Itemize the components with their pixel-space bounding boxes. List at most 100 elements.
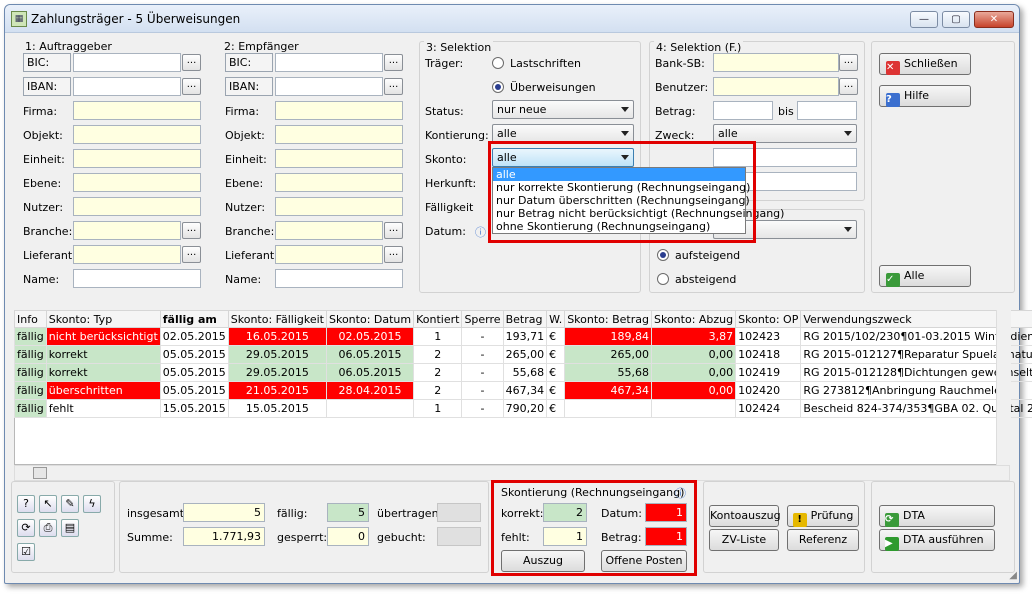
- skonto-label: Skonto:: [425, 153, 467, 166]
- kontoauszug-button[interactable]: Kontoauszug: [709, 505, 781, 527]
- print-icon[interactable]: ⎙: [39, 519, 57, 537]
- empfaenger-picker-button-7[interactable]: ...: [384, 222, 403, 239]
- table-row[interactable]: fällig korrekt 05.05.2015 29.05.2015 06.05.2…: [14, 345, 1032, 364]
- banksb-input[interactable]: [713, 53, 839, 72]
- auftraggeber-field-label-3: Objekt:: [23, 129, 63, 142]
- export-icon[interactable]: ▤: [61, 519, 79, 537]
- column-header[interactable]: W.: [546, 310, 566, 328]
- resize-grip-icon[interactable]: ◢: [1009, 570, 1017, 581]
- table-cell: €: [546, 399, 566, 418]
- auftraggeber-field-input-7[interactable]: [73, 221, 181, 240]
- horizontal-scrollbar[interactable]: [14, 465, 1010, 481]
- auftraggeber-field-input-5[interactable]: [73, 173, 201, 192]
- column-header[interactable]: Skonto: OP: [735, 310, 802, 328]
- alle-button[interactable]: ✓ Alle: [879, 265, 971, 287]
- pointer-icon[interactable]: ↖: [39, 495, 57, 513]
- banksb-picker-button[interactable]: ...: [839, 54, 858, 71]
- auftraggeber-field-input-3[interactable]: [73, 125, 201, 144]
- radio-lastschriften[interactable]: [492, 57, 504, 69]
- column-header[interactable]: Info: [14, 310, 47, 328]
- empfaenger-field-input-5[interactable]: [275, 173, 403, 192]
- column-header[interactable]: Skonto: Betrag: [564, 310, 652, 328]
- auftraggeber-picker-button-8[interactable]: ...: [182, 246, 201, 263]
- benutzer-input[interactable]: [713, 77, 839, 96]
- table-row[interactable]: fällig überschritten 05.05.2015 21.05.2015 2…: [14, 381, 1032, 400]
- auftraggeber-field-input-1[interactable]: [73, 77, 181, 96]
- auftraggeber-field-input-9[interactable]: [73, 269, 201, 288]
- group-empfaenger-title: 2: Empfänger: [224, 40, 299, 53]
- table-cell: €: [546, 363, 566, 382]
- info-icon[interactable]: ⓘ: [475, 224, 486, 240]
- hilfe-button[interactable]: ? Hilfe: [879, 85, 971, 107]
- table-cell: -: [461, 327, 504, 346]
- help-icon[interactable]: ?: [17, 495, 35, 513]
- referenz-button[interactable]: Referenz: [787, 529, 859, 551]
- auftraggeber-field-input-0[interactable]: [73, 53, 181, 72]
- pruefung-button[interactable]: ! Prüfung: [787, 505, 859, 527]
- scroll-thumb[interactable]: [33, 467, 47, 479]
- fehlt-value: 1: [543, 527, 587, 546]
- auszug-button-label: Auszug: [523, 554, 563, 567]
- lightning-icon[interactable]: ϟ: [83, 495, 101, 513]
- status-select[interactable]: nur neue: [492, 100, 634, 119]
- column-header[interactable]: Skonto: Abzug: [650, 310, 737, 328]
- betrag-from-input[interactable]: [713, 101, 773, 120]
- auftraggeber-field-label-8: Lieferant:: [23, 249, 76, 262]
- column-header[interactable]: Sperre: [461, 310, 504, 328]
- zweck-select-value: alle: [718, 127, 738, 140]
- auszug-button[interactable]: Auszug: [501, 550, 585, 572]
- empfaenger-field-input-1[interactable]: [275, 77, 383, 96]
- zvliste-button[interactable]: ZV-Liste: [709, 529, 779, 551]
- fehlt-label: fehlt:: [501, 531, 530, 544]
- auftraggeber-picker-button-7[interactable]: ...: [182, 222, 201, 239]
- table-cell: 05.05.2015: [159, 363, 229, 382]
- column-header[interactable]: Skonto: Datum: [325, 310, 415, 328]
- dta-ausfuehren-button[interactable]: ▶ DTA ausführen: [879, 529, 995, 551]
- maximize-button[interactable]: ▢: [942, 11, 970, 28]
- table-row[interactable]: fällig nicht berücksichtigt 02.05.2015 16.0…: [14, 327, 1032, 346]
- empfaenger-field-input-4[interactable]: [275, 149, 403, 168]
- table-cell: korrekt: [45, 345, 161, 364]
- radio-aufsteigend[interactable]: [657, 249, 669, 261]
- empfaenger-field-input-6[interactable]: [275, 197, 403, 216]
- radio-ueberweisungen[interactable]: [492, 81, 504, 93]
- betrag-to-input[interactable]: [797, 101, 857, 120]
- column-header[interactable]: Skonto: Fälligkeit: [227, 310, 327, 328]
- auftraggeber-picker-button-0[interactable]: ...: [182, 54, 201, 71]
- empfaenger-field-input-9[interactable]: [275, 269, 403, 288]
- zvliste-button-label: ZV-Liste: [721, 533, 767, 546]
- empfaenger-field-input-0[interactable]: [275, 53, 383, 72]
- empfaenger-picker-button-0[interactable]: ...: [384, 54, 403, 71]
- auftraggeber-field-input-6[interactable]: [73, 197, 201, 216]
- schliessen-button[interactable]: ✕ Schließen: [879, 53, 971, 75]
- edit-icon[interactable]: ✎: [61, 495, 79, 513]
- empfaenger-field-input-7[interactable]: [275, 221, 383, 240]
- empfaenger-picker-button-1[interactable]: ...: [384, 78, 403, 95]
- table-row[interactable]: fällig fehlt 15.05.2015 15.05.2015 1-790,20 €…: [14, 399, 1032, 418]
- close-button[interactable]: ✕: [974, 11, 1014, 28]
- table-row[interactable]: fällig korrekt 05.05.2015 29.05.2015 06.05.2…: [14, 363, 1032, 382]
- title-bar[interactable]: ▦ Zahlungsträger - 5 Überweisungen — ▢ ✕: [5, 5, 1019, 33]
- column-header[interactable]: Kontiert: [413, 310, 463, 328]
- empfaenger-field-input-8[interactable]: [275, 245, 383, 264]
- minimize-button[interactable]: —: [910, 11, 938, 28]
- auftraggeber-field-input-8[interactable]: [73, 245, 181, 264]
- column-header[interactable]: fällig am: [159, 310, 229, 328]
- auftraggeber-field-input-2[interactable]: [73, 101, 201, 120]
- dta-wiederholen-button[interactable]: ⟳DTA wiederholen: [879, 505, 995, 543]
- empfaenger-field-input-3[interactable]: [275, 125, 403, 144]
- checkbox-icon[interactable]: ☑: [17, 543, 35, 561]
- auftraggeber-field-input-4[interactable]: [73, 149, 201, 168]
- group-side-buttons: [871, 41, 1015, 293]
- info-icon[interactable]: ⓘ: [675, 485, 686, 501]
- column-header[interactable]: Betrag: [502, 310, 548, 328]
- offene-posten-button[interactable]: Offene Posten: [601, 550, 687, 572]
- vertical-scrollbar[interactable]: [996, 310, 1011, 465]
- auftraggeber-picker-button-1[interactable]: ...: [182, 78, 201, 95]
- empfaenger-picker-button-8[interactable]: ...: [384, 246, 403, 263]
- refresh-icon[interactable]: ⟳: [17, 519, 35, 537]
- radio-absteigend[interactable]: [657, 273, 669, 285]
- benutzer-picker-button[interactable]: ...: [839, 78, 858, 95]
- column-header[interactable]: Skonto: Typ: [45, 310, 161, 328]
- empfaenger-field-input-2[interactable]: [275, 101, 403, 120]
